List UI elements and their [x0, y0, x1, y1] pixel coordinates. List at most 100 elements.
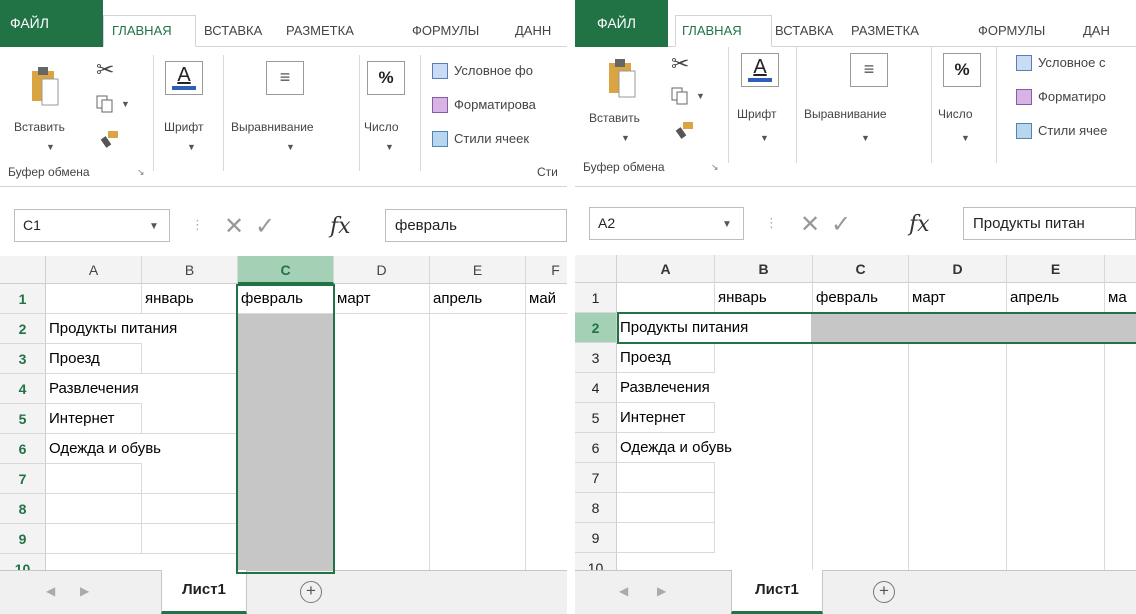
row-header[interactable]: 3 [575, 343, 617, 373]
cell-a5[interactable]: Интернет [617, 403, 715, 433]
cell-a3[interactable]: Проезд [46, 344, 142, 374]
cell[interactable] [142, 494, 238, 524]
font-icon[interactable]: A [741, 53, 779, 87]
tab-formulas[interactable]: ФОРМУЛЫ [978, 15, 1045, 46]
align-group-button[interactable]: Выравнивание [804, 107, 887, 121]
insert-function-icon[interactable]: fx [909, 211, 930, 239]
cell[interactable] [617, 463, 715, 493]
paste-icon[interactable] [607, 57, 637, 101]
cell-e1[interactable]: апрель [430, 284, 526, 314]
row-header[interactable]: 8 [0, 494, 46, 524]
tab-formulas[interactable]: ФОРМУЛЫ [412, 15, 479, 46]
paste-button[interactable]: Вставить [14, 120, 65, 134]
row-header[interactable]: 1 [0, 284, 46, 314]
cell-a5[interactable]: Интернет [46, 404, 142, 434]
cell-styles-button[interactable]: Стили ячее [1038, 123, 1107, 138]
cell[interactable] [617, 523, 715, 553]
copy-icon[interactable] [671, 87, 689, 105]
format-as-table-button[interactable]: Форматиро [1038, 89, 1106, 104]
align-icon[interactable]: ≡ [850, 53, 888, 87]
row-header[interactable]: 4 [0, 374, 46, 404]
cell-f1[interactable]: ма [1105, 283, 1136, 313]
plus-circle-icon[interactable]: + [873, 581, 895, 603]
cell-a1[interactable] [617, 283, 715, 313]
insert-function-icon[interactable]: fx [330, 213, 351, 241]
column-header[interactable]: D [909, 255, 1007, 283]
column-header[interactable]: B [715, 255, 813, 283]
row-header[interactable]: 8 [575, 493, 617, 523]
paste-button[interactable]: Вставить [589, 111, 640, 125]
name-box-dropdown-icon[interactable]: ▼ [722, 219, 732, 230]
cell-a6[interactable]: Одежда и обувь [617, 433, 732, 463]
cancel-icon[interactable]: ✕ [800, 211, 820, 239]
enter-icon[interactable]: ✓ [255, 213, 275, 241]
tab-data[interactable]: ДАНН [515, 15, 551, 46]
column-header[interactable]: E [430, 256, 526, 284]
tab-insert[interactable]: ВСТАВКА [204, 15, 262, 46]
tab-layout[interactable]: РАЗМЕТКА [286, 15, 354, 46]
cell[interactable] [142, 464, 238, 494]
cancel-icon[interactable]: ✕ [224, 213, 244, 241]
conditional-format-button[interactable]: Условное фо [454, 63, 533, 78]
cell-a1[interactable] [46, 284, 142, 314]
cell[interactable] [46, 524, 142, 554]
align-icon[interactable]: ≡ [266, 61, 304, 95]
column-e-cells[interactable] [430, 314, 526, 574]
formula-input[interactable]: Продукты питан [963, 207, 1136, 240]
select-all-corner[interactable] [575, 255, 617, 283]
paste-icon[interactable] [30, 65, 60, 109]
column-header[interactable]: D [334, 256, 430, 284]
format-painter-icon[interactable] [675, 121, 695, 139]
align-group-button[interactable]: Выравнивание [231, 120, 314, 134]
select-all-corner[interactable] [0, 256, 46, 284]
column-header-selected[interactable]: C [238, 256, 334, 284]
cell[interactable] [142, 404, 238, 434]
column-d-cells[interactable] [909, 343, 1007, 583]
font-group-button[interactable]: Шрифт [164, 120, 203, 134]
cell[interactable] [46, 494, 142, 524]
column-d-cells[interactable] [334, 314, 430, 574]
row-header[interactable]: 6 [575, 433, 617, 463]
row-header[interactable]: 9 [0, 524, 46, 554]
name-box[interactable]: C1 [14, 209, 170, 242]
cell-a4[interactable]: Развлечения [617, 373, 715, 403]
sheet-tab-list1[interactable]: Лист1 [161, 570, 247, 614]
column-header[interactable] [1105, 255, 1136, 283]
cell-e1[interactable]: апрель [1007, 283, 1105, 313]
cell-c1[interactable]: февраль [238, 284, 334, 314]
cell-d1[interactable]: март [909, 283, 1007, 313]
percent-icon[interactable]: % [943, 53, 981, 87]
conditional-format-button[interactable]: Условное с [1038, 55, 1106, 70]
dialog-launcher-icon[interactable]: ↘ [137, 167, 145, 178]
column-header[interactable]: E [1007, 255, 1105, 283]
tab-layout[interactable]: РАЗМЕТКА [851, 15, 919, 46]
cell-d1[interactable]: март [334, 284, 430, 314]
enter-icon[interactable]: ✓ [831, 211, 851, 239]
font-group-button[interactable]: Шрифт [737, 107, 776, 121]
cell-a6[interactable]: Одежда и обувь [46, 434, 161, 464]
plus-circle-icon[interactable]: + [300, 581, 322, 603]
cell[interactable] [142, 524, 238, 554]
cell-a3[interactable]: Проезд [617, 343, 715, 373]
row-header[interactable]: 2 [0, 314, 46, 344]
row-header[interactable]: 6 [0, 434, 46, 464]
tab-insert[interactable]: ВСТАВКА [775, 15, 833, 46]
column-header[interactable]: B [142, 256, 238, 284]
scissors-icon[interactable]: ✂ [671, 51, 689, 77]
column-c-cells[interactable] [813, 343, 909, 583]
tab-home[interactable]: ГЛАВНАЯ [103, 15, 196, 47]
tab-data[interactable]: ДАН [1083, 15, 1110, 46]
next-sheet-icon[interactable]: ▶ [657, 584, 666, 598]
prev-sheet-icon[interactable]: ◀ [619, 584, 628, 598]
column-header[interactable]: F [526, 256, 567, 284]
row-header[interactable]: 7 [0, 464, 46, 494]
copy-icon[interactable] [96, 95, 114, 113]
cell-c1[interactable]: февраль [813, 283, 909, 313]
cell-b1[interactable]: январь [715, 283, 813, 313]
row-header[interactable]: 5 [0, 404, 46, 434]
formula-input[interactable]: февраль [385, 209, 567, 242]
row-header[interactable]: 3 [0, 344, 46, 374]
format-painter-icon[interactable] [100, 130, 120, 148]
cell[interactable] [46, 464, 142, 494]
cell-a2[interactable]: Продукты питания [46, 314, 177, 344]
